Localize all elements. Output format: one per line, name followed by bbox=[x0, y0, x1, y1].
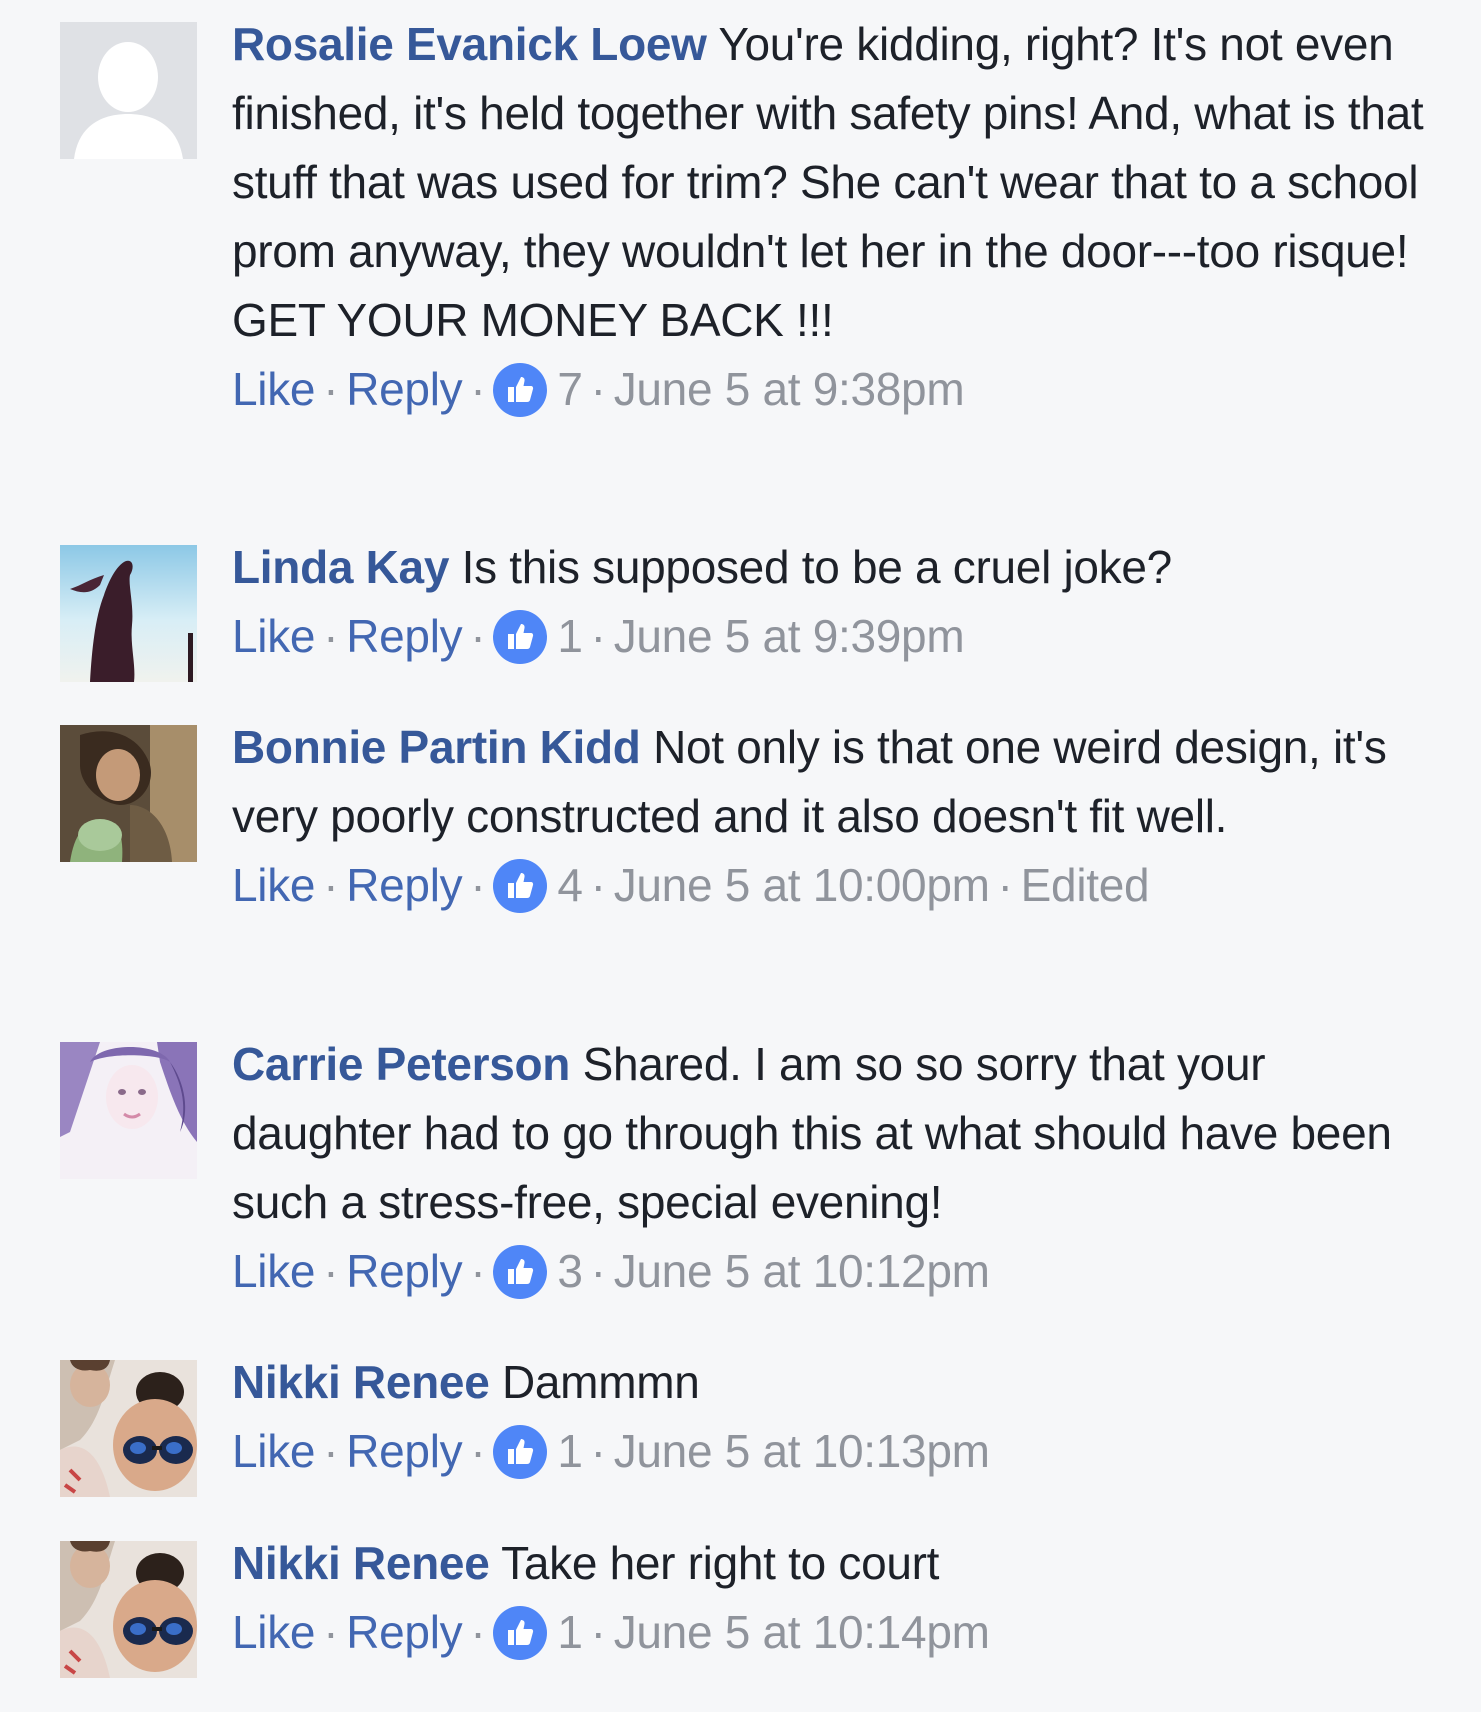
comment-text: Bonnie Partin Kidd Not only is that one … bbox=[232, 713, 1447, 851]
thumbs-up-icon[interactable] bbox=[493, 363, 548, 417]
comment-timestamp[interactable]: June 5 at 9:39pm bbox=[614, 610, 965, 662]
reaction-count[interactable]: 1 bbox=[557, 1606, 583, 1658]
comment-actions: Like · Reply · 7 · June 5 at 9:38pm bbox=[232, 363, 965, 417]
comment-list: Rosalie Evanick Loew You're kidding, rig… bbox=[0, 0, 1481, 1712]
like-link[interactable]: Like bbox=[232, 1606, 315, 1658]
comment-timestamp[interactable]: June 5 at 10:14pm bbox=[614, 1606, 990, 1658]
like-link[interactable]: Like bbox=[232, 363, 315, 415]
thumbs-up-icon[interactable] bbox=[493, 1425, 548, 1479]
comment-text: Rosalie Evanick Loew You're kidding, rig… bbox=[232, 10, 1447, 355]
reply-link[interactable]: Reply bbox=[346, 1606, 462, 1658]
reaction-count[interactable]: 4 bbox=[557, 859, 583, 911]
profile-photo-icon bbox=[60, 1042, 197, 1179]
comment-actions: Like · Reply · 4 · June 5 at 10:00pm · Edited bbox=[232, 859, 1150, 913]
comment-author-link[interactable]: Nikki Renee bbox=[232, 1537, 490, 1589]
default-avatar-icon bbox=[60, 22, 197, 159]
comment-actions: Like · Reply · 1 · June 5 at 10:13pm bbox=[232, 1425, 990, 1479]
profile-photo-icon bbox=[60, 725, 197, 862]
avatar-photo[interactable] bbox=[60, 725, 197, 862]
avatar-photo[interactable] bbox=[60, 545, 197, 682]
reaction-count[interactable]: 1 bbox=[557, 610, 583, 662]
comment-author-link[interactable]: Rosalie Evanick Loew bbox=[232, 18, 707, 70]
comment-message: Is this supposed to be a cruel joke? bbox=[461, 541, 1173, 593]
profile-photo-icon bbox=[60, 1360, 197, 1497]
thumbs-up-icon[interactable] bbox=[493, 610, 548, 664]
thumbs-up-icon[interactable] bbox=[493, 1606, 548, 1660]
profile-photo-icon bbox=[60, 1541, 197, 1678]
reaction-count[interactable]: 7 bbox=[557, 363, 583, 415]
reply-link[interactable]: Reply bbox=[346, 1425, 462, 1477]
comment-message: Take her right to court bbox=[501, 1537, 940, 1589]
comment-author-link[interactable]: Linda Kay bbox=[232, 541, 449, 593]
edited-label[interactable]: Edited bbox=[1021, 859, 1150, 911]
comment-timestamp[interactable]: June 5 at 10:00pm bbox=[614, 859, 990, 911]
reaction-count[interactable]: 1 bbox=[557, 1425, 583, 1477]
avatar-photo[interactable] bbox=[60, 1042, 197, 1179]
reaction-count[interactable]: 3 bbox=[557, 1245, 583, 1297]
reply-link[interactable]: Reply bbox=[346, 859, 462, 911]
comment-timestamp[interactable]: June 5 at 10:13pm bbox=[614, 1425, 990, 1477]
like-link[interactable]: Like bbox=[232, 1425, 315, 1477]
reply-link[interactable]: Reply bbox=[346, 1245, 462, 1297]
like-link[interactable]: Like bbox=[232, 1245, 315, 1297]
like-link[interactable]: Like bbox=[232, 610, 315, 662]
thumbs-up-icon[interactable] bbox=[493, 1245, 548, 1299]
comment-text: Linda Kay Is this supposed to be a cruel… bbox=[232, 533, 1447, 602]
avatar-default-silhouette[interactable] bbox=[60, 22, 197, 159]
comment-timestamp[interactable]: June 5 at 10:12pm bbox=[614, 1245, 990, 1297]
thumbs-up-icon[interactable] bbox=[493, 859, 548, 913]
comment-actions: Like · Reply · 1 · June 5 at 10:14pm bbox=[232, 1606, 990, 1660]
comment-text: Nikki Renee Dammmn bbox=[232, 1348, 1447, 1417]
comment-author-link[interactable]: Carrie Peterson bbox=[232, 1038, 570, 1090]
comment-message: Dammmn bbox=[501, 1356, 700, 1408]
comment-author-link[interactable]: Bonnie Partin Kidd bbox=[232, 721, 641, 773]
comment-actions: Like · Reply · 1 · June 5 at 9:39pm bbox=[232, 610, 965, 664]
comment-text: Nikki Renee Take her right to court bbox=[232, 1529, 1447, 1598]
reply-link[interactable]: Reply bbox=[346, 610, 462, 662]
comment-actions: Like · Reply · 3 · June 5 at 10:12pm bbox=[232, 1245, 990, 1299]
avatar-photo[interactable] bbox=[60, 1541, 197, 1678]
comment-timestamp[interactable]: June 5 at 9:38pm bbox=[614, 363, 965, 415]
comment-text: Carrie Peterson Shared. I am so so sorry… bbox=[232, 1030, 1447, 1237]
avatar-photo[interactable] bbox=[60, 1360, 197, 1497]
like-link[interactable]: Like bbox=[232, 859, 315, 911]
profile-photo-icon bbox=[60, 545, 197, 682]
comment-author-link[interactable]: Nikki Renee bbox=[232, 1356, 490, 1408]
reply-link[interactable]: Reply bbox=[346, 363, 462, 415]
